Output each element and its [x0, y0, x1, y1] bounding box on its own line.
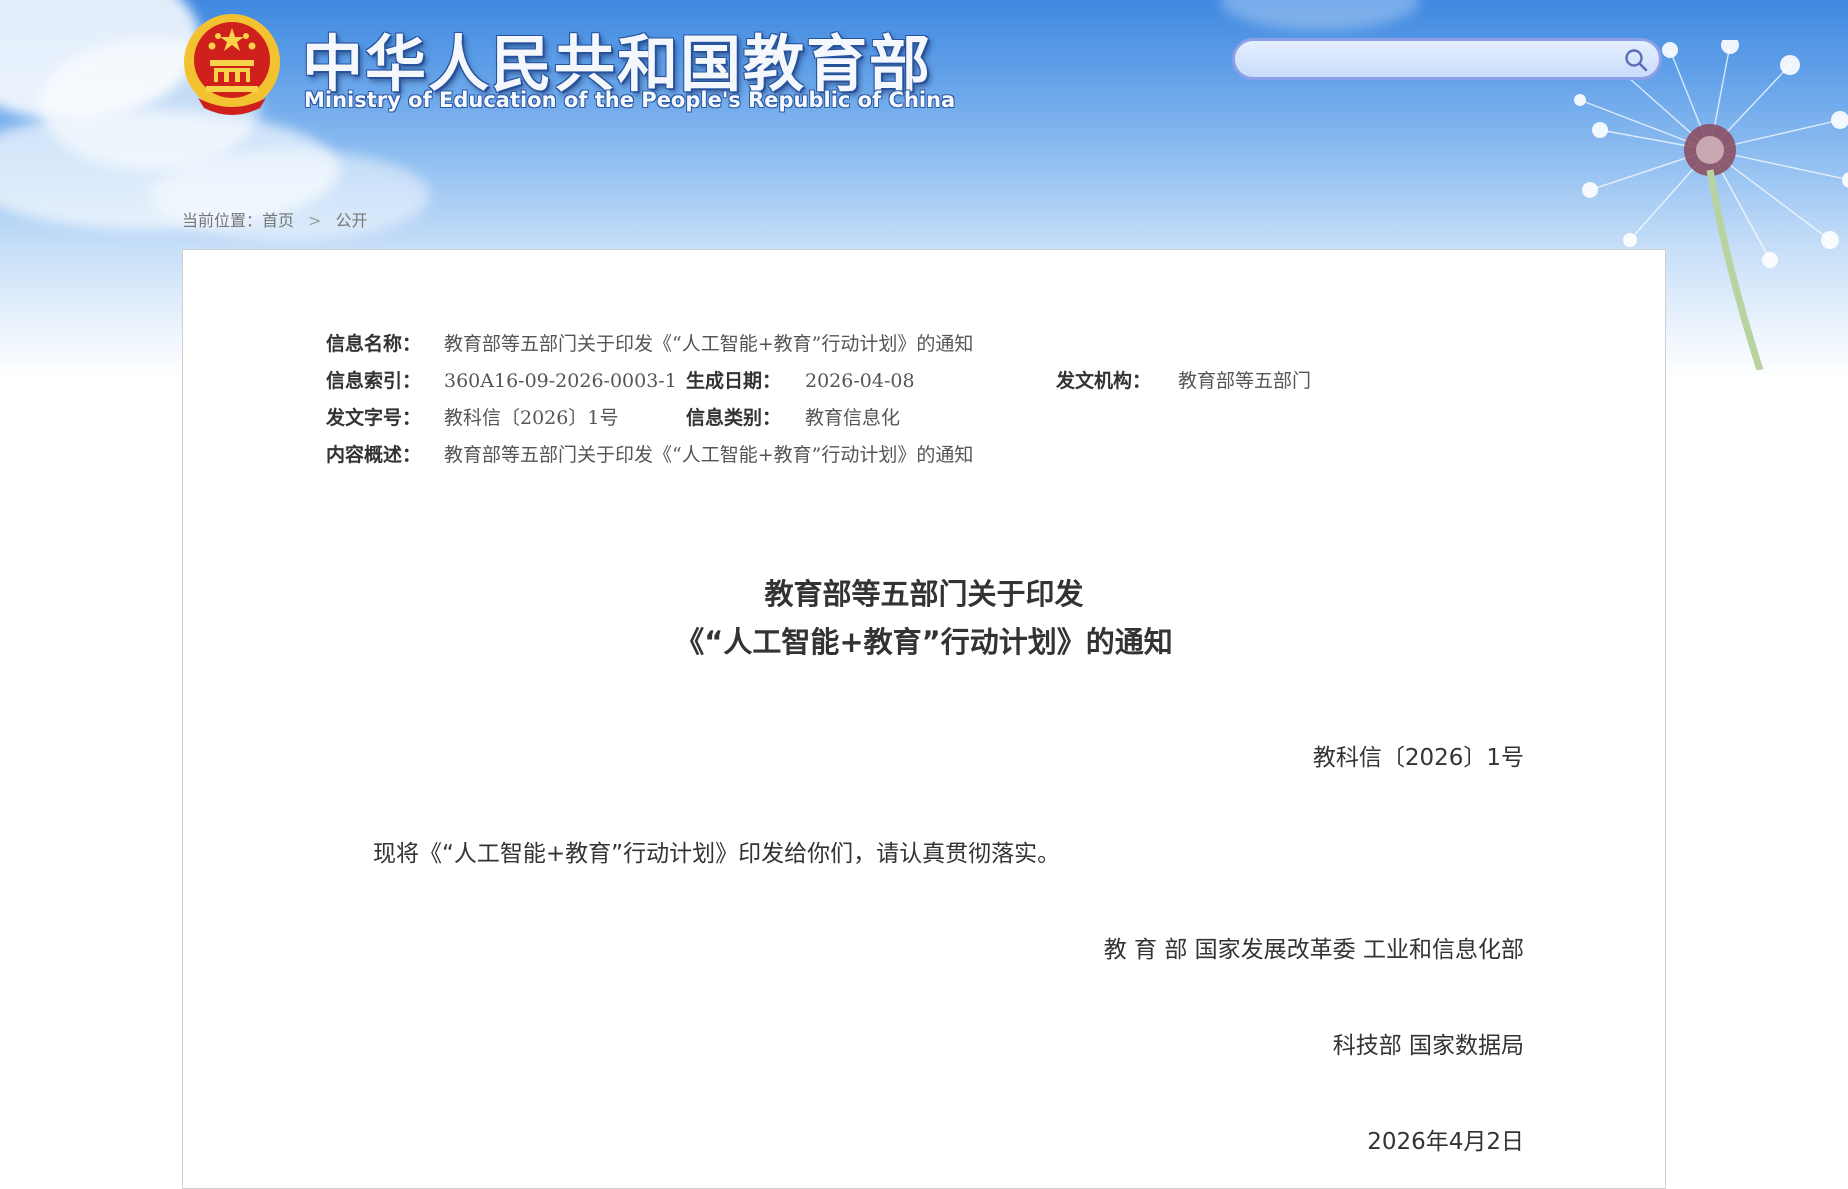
- breadcrumb: 当前位置：首页 > 公开: [182, 207, 367, 231]
- meta-docno-label: 发文字号：: [326, 407, 422, 429]
- meta-issuer-label: 发文机构：: [1056, 370, 1152, 392]
- cloud-decoration: [1220, 0, 1420, 30]
- meta-summary-value: 教育部等五部门关于印发《“人工智能+教育”行动计划》的通知: [444, 444, 974, 466]
- search-input[interactable]: [1253, 46, 1617, 74]
- search-box: [1232, 38, 1662, 80]
- search-icon[interactable]: [1623, 47, 1649, 73]
- document-date: 2026年4月2日: [1367, 1129, 1524, 1155]
- meta-summary-label: 内容概述：: [326, 444, 422, 466]
- meta-name-value: 教育部等五部门关于印发《“人工智能+教育”行动计划》的通知: [444, 333, 974, 355]
- document-panel: 信息名称： 教育部等五部门关于印发《“人工智能+教育”行动计划》的通知 信息索引…: [182, 249, 1666, 1189]
- meta-docno-value: 教科信〔2026〕1号: [444, 407, 619, 429]
- meta-name-label: 信息名称：: [326, 333, 422, 355]
- document-number: 教科信〔2026〕1号: [1312, 745, 1524, 771]
- document-body-paragraph: 现将《“人工智能+教育”行动计划》印发给你们，请认真贯彻落实。: [373, 841, 1061, 867]
- breadcrumb-home-link[interactable]: 首页: [262, 211, 294, 230]
- meta-index-value: 360A16-09-2026-0003-1: [444, 370, 677, 392]
- meta-index-label: 信息索引：: [326, 370, 422, 392]
- meta-issuer-value: 教育部等五部门: [1178, 370, 1312, 392]
- meta-category-value: 教育信息化: [805, 407, 901, 429]
- breadcrumb-public-link[interactable]: 公开: [335, 211, 367, 230]
- document-title-line2: 《“人工智能+教育”行动计划》的通知: [675, 625, 1173, 659]
- breadcrumb-prefix: 当前位置：: [182, 211, 263, 230]
- meta-date-label: 生成日期：: [686, 370, 782, 392]
- meta-date-value: 2026-04-08: [805, 370, 915, 392]
- site-subtitle: Ministry of Education of the People's Re…: [304, 88, 956, 112]
- document-signatories-line2: 科技部 国家数据局: [1332, 1033, 1524, 1059]
- meta-category-label: 信息类别：: [686, 407, 782, 429]
- document-signatories-line1: 教 育 部 国家发展改革委 工业和信息化部: [1103, 937, 1524, 963]
- breadcrumb-separator: >: [308, 211, 322, 230]
- document-title-line1: 教育部等五部门关于印发: [764, 577, 1084, 611]
- national-emblem-icon: [184, 14, 280, 115]
